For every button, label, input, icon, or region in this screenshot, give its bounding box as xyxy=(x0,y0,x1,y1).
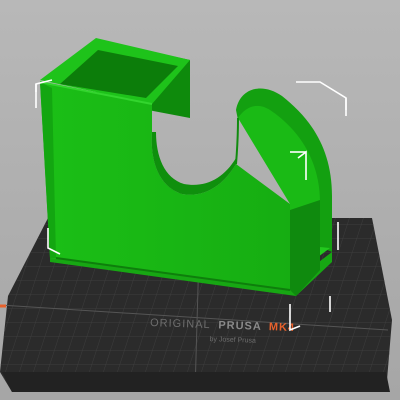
model-spool-holder[interactable] xyxy=(39,38,332,296)
scene-svg: ORIGINAL PRUSA MK4 by Josef Prusa xyxy=(0,38,392,393)
bed-model-name: MK4 xyxy=(269,321,296,334)
3d-viewport[interactable]: ORIGINAL PRUSA MK4 by Josef Prusa xyxy=(0,0,400,400)
bed-brand-name: PRUSA xyxy=(218,319,262,333)
bed-brand-prefix: ORIGINAL xyxy=(150,317,211,331)
